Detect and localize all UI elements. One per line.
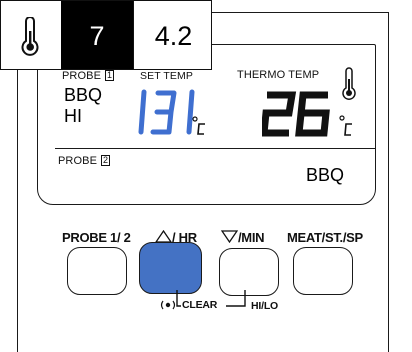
info-thermometer-cell — [1, 1, 61, 69]
probe-number: 7 — [61, 1, 133, 69]
probe1-label-group: PROBE 1 — [62, 70, 115, 82]
meat-label: MEAT/ST./SP — [287, 230, 363, 245]
down-minute-button[interactable] — [219, 248, 279, 296]
probe2-label-group: PROBE 2 — [58, 155, 111, 167]
screen: PROBE1 SET TEMP THERMO TEMP 131 — [0, 0, 412, 352]
probe1-mode: BBQ — [64, 85, 103, 105]
reading-value: 4.2 — [133, 1, 213, 69]
meat-select-button[interactable] — [293, 247, 353, 295]
thermo-temp-display — [262, 91, 330, 137]
probe2-mode: BBQ — [306, 165, 345, 185]
probe-toggle-label: PROBE 1/ 2 — [62, 230, 131, 245]
up-hour-button[interactable] — [139, 242, 202, 294]
signal-icon — [160, 300, 176, 310]
thermometer-icon — [21, 17, 39, 56]
lcd-divider — [55, 148, 375, 149]
probe-toggle-button[interactable] — [67, 247, 127, 295]
thermo-temp-unit-icon — [339, 115, 352, 136]
probe1-label: PROBE — [62, 70, 102, 82]
hilo-label: HI/LO — [251, 300, 278, 312]
set-temp-unit-icon — [192, 116, 205, 135]
info-bar: 7 4.2 — [0, 0, 212, 70]
set-temp-label: SET TEMP — [140, 70, 193, 82]
probe1-level: HI — [64, 106, 82, 126]
lcd-thermometer-icon — [342, 67, 356, 100]
probe1-index: 1 — [105, 70, 115, 81]
probe2-index: 2 — [101, 155, 111, 166]
down-label-group: /MIN — [220, 230, 265, 245]
clear-label: CLEAR — [182, 299, 218, 311]
down-label: /MIN — [238, 230, 265, 245]
thermo-temp-label: THERMO TEMP — [237, 69, 320, 81]
triangle-down-icon — [220, 230, 239, 244]
probe2-label: PROBE — [58, 155, 98, 167]
